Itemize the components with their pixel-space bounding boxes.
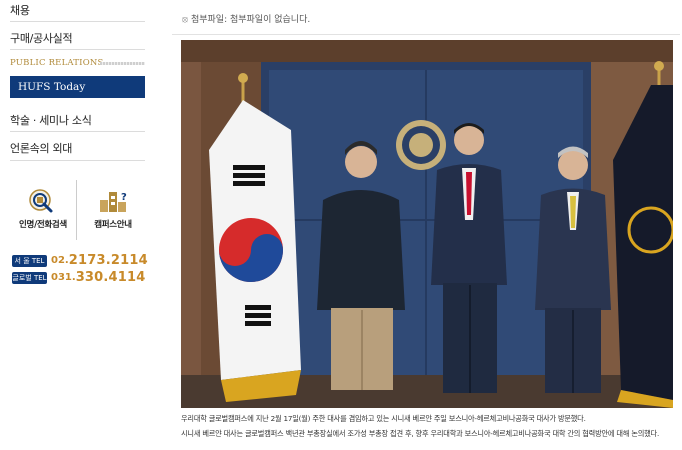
divider xyxy=(10,49,145,50)
article-photo xyxy=(181,40,673,408)
attachment-info: ⦻ 첨부파일: 첨부파일이 없습니다. xyxy=(182,12,310,25)
svg-text:?: ? xyxy=(121,192,127,203)
divider xyxy=(172,34,680,35)
divider xyxy=(10,131,145,132)
divider xyxy=(76,180,77,240)
quick-link-label: 캠퍼스안내 xyxy=(94,220,132,230)
global-phone: 글로벌 TEL 031.330.4114 xyxy=(12,267,146,285)
sidebar: 채용 구매/공사실적 PUBLIC RELATIONS HUFS Today 학… xyxy=(0,0,160,450)
global-phone-number: 330.4114 xyxy=(75,270,146,285)
divider xyxy=(10,160,145,161)
photo-illustration xyxy=(181,40,673,408)
paperclip-icon: ⦻ xyxy=(182,15,188,25)
caption-line-1: 우리대학 글로벌캠퍼스에 지난 2월 17일(월) 주한 대사를 겸임하고 있는… xyxy=(181,414,586,423)
seoul-phone-prefix: 02. xyxy=(51,255,69,266)
sidebar-item-hufs-today[interactable]: HUFS Today xyxy=(10,76,145,98)
quick-link-label: 인명/전화검색 xyxy=(19,220,67,230)
seoul-phone: 서 울 TEL 02.2173.2114 xyxy=(12,250,148,268)
sidebar-item-press[interactable]: 언론속의 외대 xyxy=(10,140,145,156)
section-title: PUBLIC RELATIONS xyxy=(10,58,104,68)
phone-search-icon xyxy=(27,188,59,214)
campus-guide-link[interactable]: ? 캠퍼스안내 xyxy=(78,188,148,230)
caption-line-2: 시니새 베르얀 대사는 글로벌캠퍼스 백년관 부총장실에서 조가성 부총장 접견… xyxy=(181,429,660,438)
campus-guide-icon: ? xyxy=(97,188,129,214)
section-rule xyxy=(100,62,145,65)
sidebar-item-recruitment[interactable]: 채용 xyxy=(10,2,145,18)
seoul-phone-number: 2173.2114 xyxy=(68,253,148,268)
global-phone-prefix: 031. xyxy=(51,272,76,283)
phone-search-link[interactable]: 인명/전화검색 xyxy=(8,188,78,230)
divider xyxy=(10,21,145,22)
seoul-tel-badge: 서 울 TEL xyxy=(12,254,47,267)
sidebar-item-purchase[interactable]: 구매/공사실적 xyxy=(10,30,145,46)
attachment-text: 첨부파일: 첨부파일이 없습니다. xyxy=(190,15,311,25)
article-content: ⦻ 첨부파일: 첨부파일이 없습니다. 우리대학 글로벌캠퍼스에 지난 2월 1… xyxy=(170,0,682,450)
sidebar-item-seminar-news[interactable]: 학술 · 세미나 소식 xyxy=(10,112,145,128)
global-tel-badge: 글로벌 TEL xyxy=(12,271,47,284)
